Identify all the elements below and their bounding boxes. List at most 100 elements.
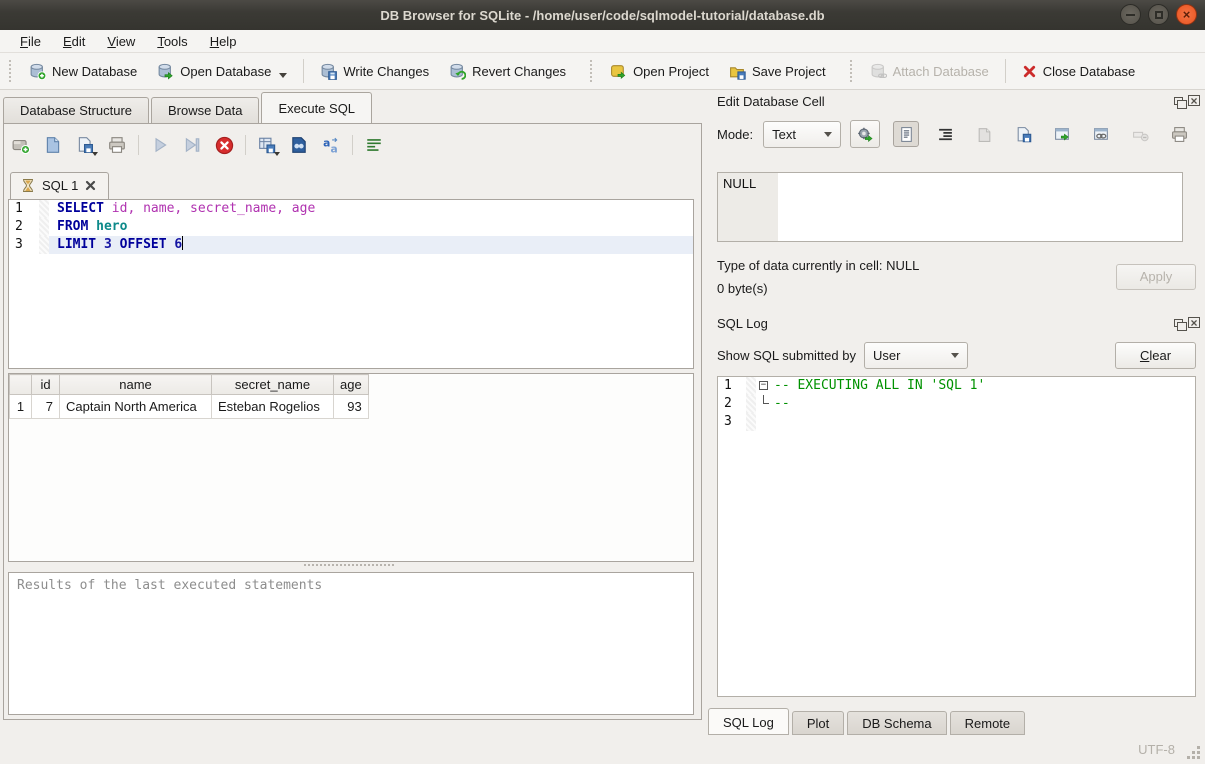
titlebar[interactable]: DB Browser for SQLite - /home/user/code/… <box>0 0 1205 30</box>
tab-db-schema[interactable]: DB Schema <box>847 711 946 735</box>
save-results-view-button[interactable] <box>256 134 278 156</box>
text-cursor <box>182 236 183 250</box>
encoding-indicator[interactable]: UTF-8 <box>1138 742 1175 757</box>
save-sql-file-button[interactable] <box>74 134 96 156</box>
column-header-name[interactable]: name <box>60 375 212 395</box>
save-project-button[interactable]: Save Project <box>719 58 836 85</box>
open-in-external-button[interactable] <box>1049 121 1075 147</box>
maximize-button[interactable] <box>1148 4 1169 25</box>
corner-header[interactable] <box>10 375 32 395</box>
log-filter-select[interactable]: User <box>864 342 968 369</box>
execute-all-button[interactable] <box>149 134 171 156</box>
sql-log-dock-title: SQL Log <box>717 316 768 331</box>
fold-collapse-icon[interactable]: − <box>759 381 768 390</box>
close-dock-icon[interactable]: × <box>1188 95 1200 106</box>
cell-size-info: 0 byte(s) <box>717 281 768 296</box>
stop-button[interactable] <box>213 134 235 156</box>
column-header-age[interactable]: age <box>334 375 369 395</box>
tab-browse-data[interactable]: Browse Data <box>151 97 259 123</box>
results-table-area[interactable]: id name secret_name age 1 7 Captain Nort… <box>8 373 694 562</box>
horizontal-splitter[interactable] <box>304 564 394 566</box>
save-results-dropdown-caret[interactable] <box>274 152 280 156</box>
sql-log-view[interactable]: 1 − -- EXECUTING ALL IN 'SQL 1' 2 -- 3 <box>717 376 1196 697</box>
cell-secret-name[interactable]: Esteban Rogelios <box>212 395 334 419</box>
right-panel: Edit Database Cell × Mode: Text <box>705 90 1205 735</box>
close-dock-icon[interactable]: × <box>1188 317 1200 328</box>
revert-changes-label: Revert Changes <box>472 64 566 79</box>
save-sql-dropdown-caret[interactable] <box>92 152 98 156</box>
apply-button[interactable]: Apply <box>1116 264 1196 290</box>
code-line: SELECT id, name, secret_name, age <box>49 200 693 218</box>
editor-line: 1 SELECT id, name, secret_name, age <box>9 200 693 218</box>
column-header-id[interactable]: id <box>32 375 60 395</box>
tab-execute-sql[interactable]: Execute SQL <box>261 92 372 123</box>
open-project-icon <box>610 63 627 80</box>
menu-help[interactable]: Help <box>200 32 247 51</box>
toolbar-drag-handle[interactable] <box>590 60 595 82</box>
gear-arrow-icon <box>857 126 874 143</box>
sql-token: SELECT <box>57 201 104 216</box>
toolbar-drag-handle[interactable] <box>850 60 855 82</box>
export-cell-data-button[interactable] <box>1010 121 1036 147</box>
close-button[interactable]: × <box>1176 4 1197 25</box>
mode-select[interactable]: Text <box>763 121 841 148</box>
clear-log-button[interactable]: Clear <box>1115 342 1196 369</box>
float-dock-icon[interactable] <box>1174 97 1183 105</box>
cell-age[interactable]: 93 <box>334 395 369 419</box>
gutter-strip <box>746 395 756 413</box>
print-cell-button[interactable] <box>1166 121 1192 147</box>
row-header[interactable]: 1 <box>10 395 32 419</box>
svg-text:a: a <box>323 137 330 150</box>
tab-sql-log[interactable]: SQL Log <box>708 708 789 735</box>
menu-file[interactable]: File <box>10 32 51 51</box>
open-database-button[interactable]: Open Database <box>147 58 297 85</box>
sql-editor[interactable]: 1 SELECT id, name, secret_name, age 2 FR… <box>8 199 694 369</box>
open-database-label: Open Database <box>180 64 271 79</box>
sql-token: OFFSET <box>120 237 167 252</box>
open-sql-new-tab-button[interactable] <box>10 134 32 156</box>
close-database-button[interactable]: Close Database <box>1012 59 1146 84</box>
resize-grip[interactable] <box>1197 746 1200 749</box>
format-sql-icon: a a <box>322 136 340 154</box>
edit-cell-dock-buttons: × <box>1174 95 1200 106</box>
tab-remote[interactable]: Remote <box>950 711 1026 735</box>
find-button[interactable] <box>288 134 310 156</box>
format-sql-button[interactable]: a a <box>320 134 342 156</box>
new-database-label: New Database <box>52 64 137 79</box>
results-message-area[interactable]: Results of the last executed statements <box>8 572 694 715</box>
float-dock-icon[interactable] <box>1174 319 1183 327</box>
tab-plot[interactable]: Plot <box>792 711 844 735</box>
attach-database-button[interactable]: Attach Database <box>860 58 999 85</box>
column-header-secret-name[interactable]: secret_name <box>212 375 334 395</box>
text-mode-button[interactable] <box>893 121 919 147</box>
revert-changes-button[interactable]: Revert Changes <box>439 58 576 85</box>
menu-edit[interactable]: Edit <box>53 32 95 51</box>
toolbar-drag-handle[interactable] <box>9 60 14 82</box>
line-number: 2 <box>718 395 746 413</box>
minimize-button[interactable] <box>1120 4 1141 25</box>
open-project-button[interactable]: Open Project <box>600 58 719 85</box>
new-database-button[interactable]: New Database <box>19 58 147 85</box>
import-cell-data-button[interactable] <box>971 121 997 147</box>
set-null-button[interactable] <box>1127 121 1153 147</box>
word-wrap-cell-button[interactable] <box>932 121 958 147</box>
cell-id[interactable]: 7 <box>32 395 60 419</box>
word-wrap-button[interactable] <box>363 134 385 156</box>
cell-name[interactable]: Captain North America <box>60 395 212 419</box>
execute-current-line-button[interactable] <box>181 134 203 156</box>
menu-view[interactable]: View <box>97 32 145 51</box>
dock-tab-bar: SQL Log Plot DB Schema Remote <box>708 708 1025 735</box>
auto-switch-mode-button[interactable] <box>850 120 880 148</box>
open-sql-file-button[interactable] <box>42 134 64 156</box>
sql-file-tab[interactable]: SQL 1 <box>10 172 109 199</box>
write-changes-button[interactable]: Write Changes <box>310 58 439 85</box>
tab-database-structure[interactable]: Database Structure <box>3 97 149 123</box>
open-database-dropdown-caret[interactable] <box>279 73 287 78</box>
log-text: -- <box>772 395 790 413</box>
cell-value-editor[interactable]: NULL <box>717 172 1183 242</box>
close-tab-icon[interactable] <box>85 180 96 191</box>
copy-link-button[interactable] <box>1088 121 1114 147</box>
sql-file-tab-bar: SQL 1 <box>10 168 109 199</box>
menu-tools[interactable]: Tools <box>147 32 197 51</box>
print-sql-button[interactable] <box>106 134 128 156</box>
